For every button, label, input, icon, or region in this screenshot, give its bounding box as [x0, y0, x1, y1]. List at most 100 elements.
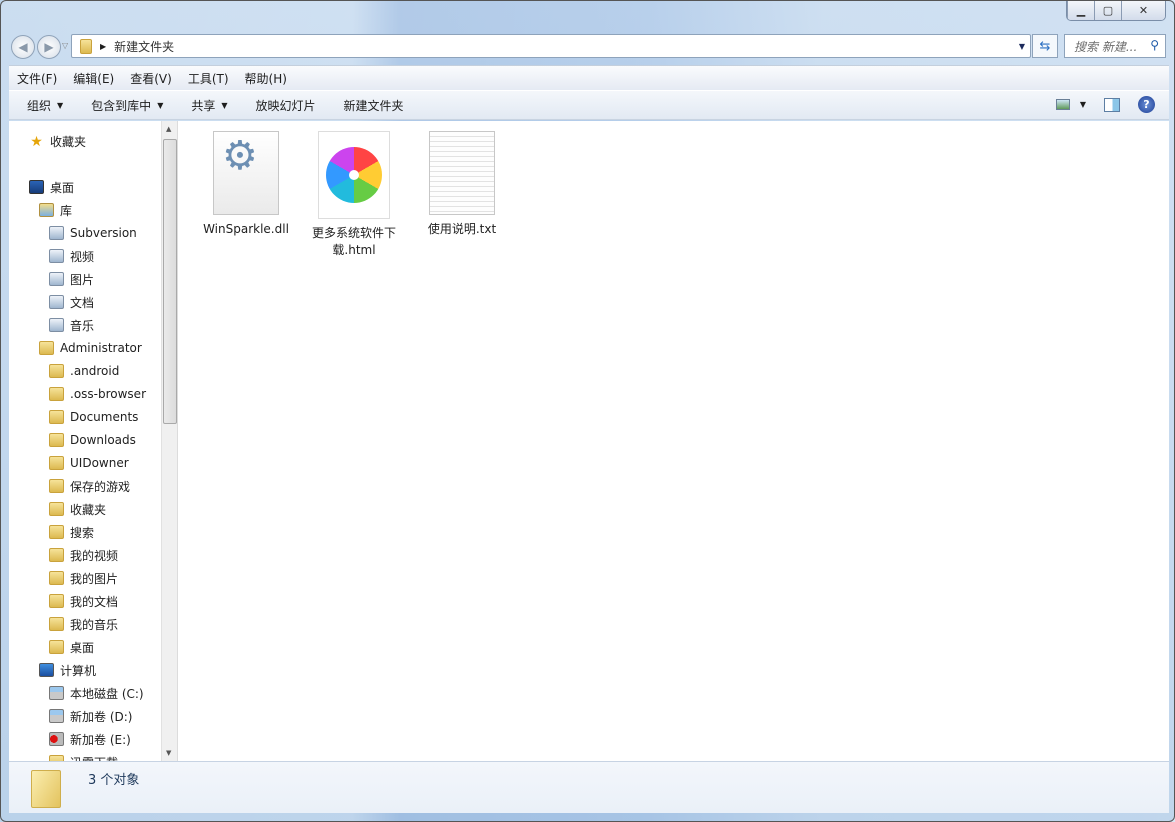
menu-help[interactable]: 帮助(H)	[237, 70, 295, 87]
drive-icon	[49, 709, 64, 723]
sidebar-item-label: 我的视频	[70, 548, 119, 563]
slideshow-label: 放映幻灯片	[255, 98, 316, 113]
sidebar-item-label: 本地磁盘 (C:)	[70, 686, 144, 701]
sidebar-item[interactable]: 我的音乐	[49, 614, 118, 634]
sidebar-item[interactable]: 收藏夹	[49, 499, 106, 519]
minimize-button[interactable]: ▁	[1067, 1, 1094, 20]
sidebar-item-label: .oss-browser	[70, 387, 147, 401]
include-in-library-button[interactable]: 包含到库中 ▼	[77, 97, 177, 114]
sidebar-item[interactable]: 视频	[49, 246, 94, 266]
menu-tools[interactable]: 工具(T)	[180, 70, 237, 87]
folder-icon	[49, 502, 64, 516]
search-icon[interactable]: ⚲	[1150, 38, 1159, 52]
sidebar-item[interactable]: 音乐	[49, 315, 94, 335]
sidebar-item[interactable]: .oss-browser	[49, 384, 146, 404]
back-button[interactable]: ◀	[11, 35, 35, 59]
include-label: 包含到库中	[91, 98, 152, 113]
text-file-icon	[429, 131, 495, 215]
library-doc-icon	[49, 226, 64, 240]
drive-error-icon	[49, 732, 64, 746]
folder-icon	[49, 594, 64, 608]
sidebar-item[interactable]: UIDowner	[49, 453, 129, 473]
sidebar-item[interactable]: 我的视频	[49, 545, 118, 565]
sidebar-item[interactable]: 桌面	[29, 177, 74, 197]
sidebar-item-label: 我的文档	[70, 594, 119, 609]
view-options-button[interactable]: ▼	[1055, 99, 1086, 110]
dll-gear-icon: ⚙	[213, 131, 279, 215]
sidebar-item[interactable]: 计算机	[39, 660, 96, 680]
menu-file[interactable]: 文件(F)	[9, 70, 65, 87]
user-folder-icon	[39, 341, 54, 355]
sidebar-item[interactable]: 新加卷 (D:)	[49, 706, 132, 726]
address-dropdown-icon[interactable]: ▼	[1019, 42, 1025, 51]
folder-icon	[49, 640, 64, 654]
sidebar-item[interactable]: ★ 收藏夹	[29, 131, 86, 151]
organize-button[interactable]: 组织 ▼	[9, 97, 77, 114]
sidebar-item[interactable]: 库	[39, 200, 72, 220]
sidebar-item[interactable]: 文档	[49, 292, 94, 312]
sidebar-item-label: 库	[60, 203, 73, 218]
chevron-down-icon: ▼	[1079, 100, 1086, 109]
maximize-button[interactable]: ▢	[1094, 1, 1121, 20]
video-icon	[49, 249, 64, 263]
close-button[interactable]: ✕	[1121, 1, 1165, 20]
sidebar-item-label: 保存的游戏	[70, 479, 131, 494]
search-placeholder: 搜索 新建...	[1074, 39, 1138, 54]
sidebar-item[interactable]: Downloads	[49, 430, 136, 450]
sidebar-item[interactable]: .android	[49, 361, 119, 381]
breadcrumb-arrow-icon[interactable]: ▶	[100, 42, 106, 51]
sidebar-item-label: 桌面	[50, 180, 75, 195]
search-input[interactable]: 搜索 新建... ⚲	[1064, 34, 1166, 58]
sidebar-item[interactable]: 我的文档	[49, 591, 118, 611]
refresh-button[interactable]: ⇆	[1032, 34, 1058, 58]
sidebar-item-label: 图片	[70, 272, 95, 287]
sidebar-item[interactable]: Administrator	[39, 338, 142, 358]
document-icon	[49, 295, 64, 309]
file-item[interactable]: 使用说明.txt	[412, 131, 512, 238]
sidebar-item[interactable]: 新加卷 (E:)	[49, 729, 131, 749]
file-name: 更多系统软件下载.html	[311, 226, 396, 257]
sidebar-item-label: 文档	[70, 295, 95, 310]
address-bar[interactable]: ▶ 新建文件夹 ▼	[71, 34, 1031, 58]
folder-icon	[31, 770, 61, 808]
menu-edit[interactable]: 编辑(E)	[65, 70, 122, 87]
sidebar-item-label: 音乐	[70, 318, 95, 333]
sidebar-item[interactable]: 图片	[49, 269, 94, 289]
folder-icon	[49, 617, 64, 631]
sidebar-item[interactable]: Documents	[49, 407, 138, 427]
sidebar-item[interactable]: 搜索	[49, 522, 94, 542]
breadcrumb-current[interactable]: 新建文件夹	[114, 38, 174, 55]
sidebar-item-label: .android	[70, 364, 120, 378]
sidebar-item[interactable]: 迅雷下载	[49, 752, 118, 761]
browser-pinwheel-icon	[318, 131, 390, 219]
scrollbar-thumb[interactable]	[163, 139, 177, 424]
desktop-icon	[29, 180, 44, 194]
scroll-up-icon[interactable]: ▲	[166, 125, 171, 133]
new-folder-button[interactable]: 新建文件夹	[330, 97, 418, 114]
recent-pages-dropdown[interactable]: ▽	[62, 41, 68, 50]
preview-pane-button[interactable]	[1104, 97, 1120, 112]
scroll-down-icon[interactable]: ▼	[166, 749, 171, 757]
navigation-scrollbar[interactable]: ▲ ▼	[161, 121, 178, 761]
sidebar-item-label: 我的音乐	[70, 617, 119, 632]
view-icon	[1055, 99, 1070, 110]
sidebar-item-label: Subversion	[70, 226, 137, 240]
menu-view[interactable]: 查看(V)	[122, 70, 180, 87]
sidebar-item[interactable]: 本地磁盘 (C:)	[49, 683, 144, 703]
share-button[interactable]: 共享 ▼	[177, 97, 241, 114]
help-button[interactable]: ?	[1138, 96, 1155, 113]
folder-icon	[49, 479, 64, 493]
sidebar-item[interactable]: Subversion	[49, 223, 137, 243]
file-item[interactable]: 更多系统软件下载.html	[304, 131, 404, 259]
sidebar-item[interactable]: 保存的游戏	[49, 476, 130, 496]
file-item[interactable]: ⚙ WinSparkle.dll	[196, 131, 296, 238]
sidebar-item[interactable]: 我的图片	[49, 568, 118, 588]
sidebar-item[interactable]: 桌面	[49, 637, 94, 657]
sidebar-item-label: 我的图片	[70, 571, 119, 586]
sidebar-item-label: 收藏夹	[50, 134, 87, 149]
forward-button[interactable]: ▶	[37, 35, 61, 59]
caption-buttons: ▁ ▢ ✕	[1066, 1, 1166, 21]
slideshow-button[interactable]: 放映幻灯片	[242, 97, 330, 114]
sidebar-item-label: 搜索	[70, 525, 95, 540]
picture-icon	[49, 272, 64, 286]
